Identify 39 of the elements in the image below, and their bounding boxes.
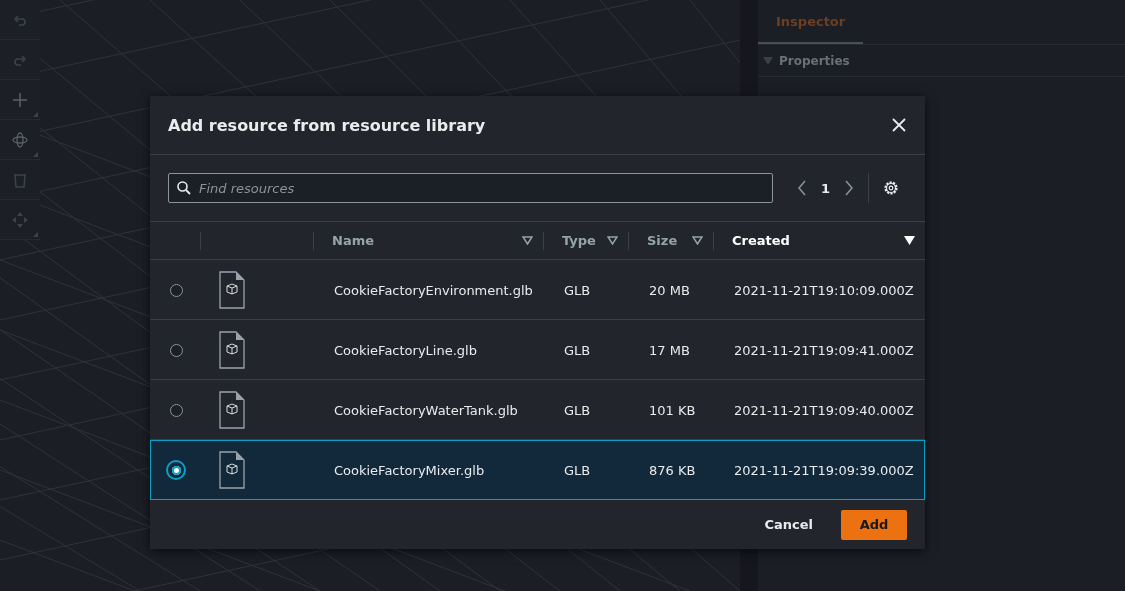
file-name: CookieFactoryEnvironment.glb xyxy=(333,282,534,298)
column-header[interactable]: Created xyxy=(713,231,925,250)
file-type: GLB xyxy=(563,462,592,478)
radio-button[interactable] xyxy=(169,283,183,297)
radio-button[interactable] xyxy=(169,343,183,357)
column-header[interactable]: Name xyxy=(313,231,543,250)
file-cube-icon xyxy=(219,451,245,489)
next-page-icon[interactable] xyxy=(844,180,855,196)
file-type: GLB xyxy=(563,402,592,418)
properties-section-header[interactable]: Properties xyxy=(758,45,1125,77)
radio-button[interactable] xyxy=(166,460,186,480)
page-number[interactable]: 1 xyxy=(821,180,831,196)
file-type: GLB xyxy=(563,282,592,298)
search-field[interactable]: Find resources xyxy=(168,173,773,203)
created-date: 2021-11-21T19:10:09.000Z xyxy=(733,282,915,298)
file-size: 101 KB xyxy=(648,402,697,418)
orbit-icon[interactable] xyxy=(11,130,29,149)
column-header[interactable]: Type xyxy=(543,231,628,250)
file-name: CookieFactoryWaterTank.glb xyxy=(333,402,519,418)
file-size: 20 MB xyxy=(648,282,691,298)
column-header[interactable]: Size xyxy=(628,231,713,250)
file-cube-icon xyxy=(219,271,245,309)
previous-page-icon[interactable] xyxy=(797,180,807,196)
file-name: CookieFactoryLine.glb xyxy=(333,342,478,358)
created-date: 2021-11-21T19:09:39.000Z xyxy=(733,462,915,478)
created-date: 2021-11-21T19:09:40.000Z xyxy=(733,402,915,418)
radio-button[interactable] xyxy=(169,403,183,417)
file-name: CookieFactoryMixer.glb xyxy=(333,462,486,478)
file-cube-icon xyxy=(219,331,245,369)
settings-icon[interactable] xyxy=(883,180,900,196)
cancel-button[interactable]: Cancel xyxy=(764,509,813,540)
add-button[interactable]: Add xyxy=(841,509,907,540)
file-type: GLB xyxy=(563,342,592,358)
dialog-title: Add resource from resource library xyxy=(168,115,486,135)
created-date: 2021-11-21T19:09:41.000Z xyxy=(733,342,915,358)
close-icon[interactable] xyxy=(891,117,907,133)
file-size: 876 KB xyxy=(648,462,697,478)
file-size: 17 MB xyxy=(648,342,691,358)
file-cube-icon xyxy=(219,391,245,429)
